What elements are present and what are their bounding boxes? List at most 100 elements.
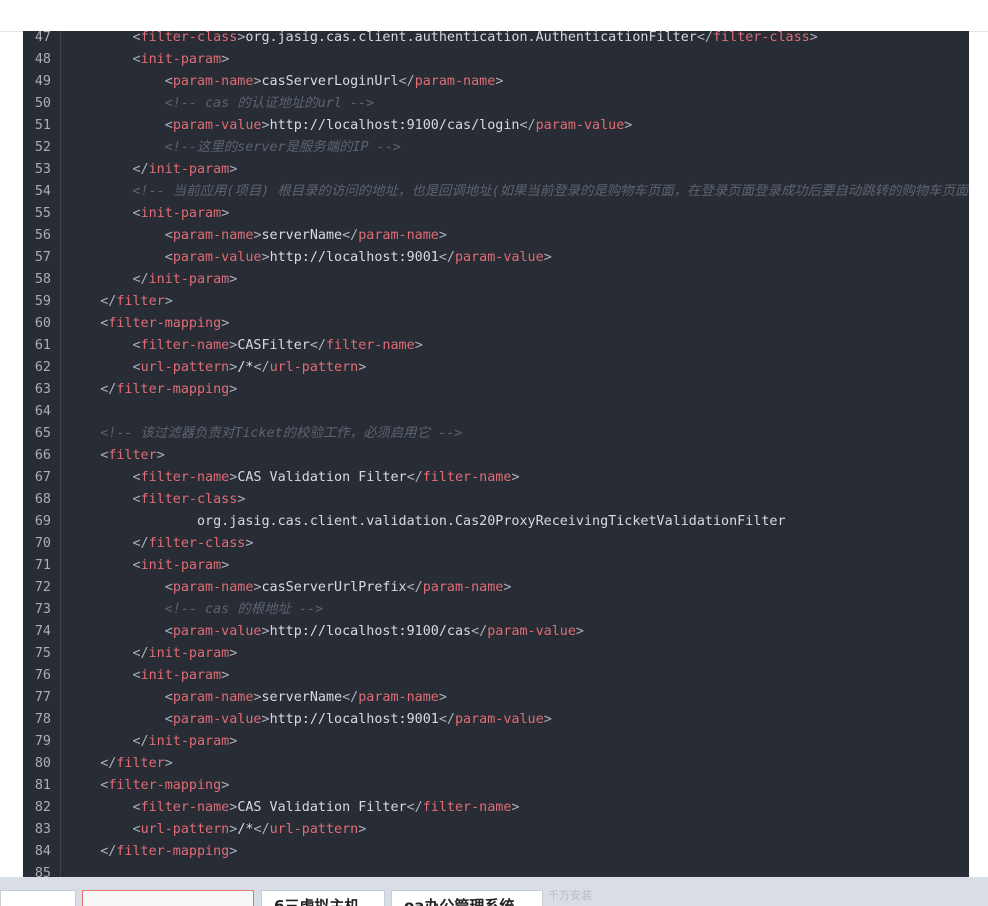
- xml-bracket: <: [132, 52, 141, 67]
- xml-tag-name: param-value: [172, 118, 262, 133]
- code-text: <!-- 该过滤器负责对Ticket的校验工作，必须启用它 -->: [68, 423, 462, 445]
- xml-bracket: >: [229, 382, 238, 397]
- xml-bracket: >: [438, 228, 447, 243]
- xml-tag-name: param-value: [455, 250, 544, 265]
- xml-comment: <!-- 该过滤器负责对Ticket的校验工作，必须启用它 -->: [100, 426, 463, 441]
- xml-bracket: <: [164, 74, 173, 89]
- code-text: </init-param>: [68, 159, 238, 181]
- code-text: </init-param>: [68, 269, 238, 291]
- xml-bracket: >: [221, 558, 230, 573]
- code-text: <init-param>: [68, 203, 230, 225]
- xml-bracket: </: [309, 338, 326, 353]
- xml-tag-name: param-name: [358, 690, 439, 705]
- line-number: 71: [34, 558, 51, 573]
- line-number: 78: [34, 712, 51, 727]
- code-token: CAS Validation Filter: [237, 470, 407, 485]
- code-line: 66 <filter>: [23, 445, 969, 467]
- code-lines: 47 <filter-class>org.jasig.cas.client.au…: [23, 31, 969, 877]
- xml-tag-name: filter-mapping: [116, 382, 230, 397]
- xml-bracket: <: [132, 558, 141, 573]
- code-line: 71 <init-param>: [23, 555, 969, 577]
- line-number: 76: [34, 668, 51, 683]
- xml-bracket: <: [132, 206, 141, 221]
- code-line: 80 </filter>: [23, 753, 969, 775]
- xml-bracket: >: [261, 118, 270, 133]
- xml-tag-name: param-value: [487, 624, 576, 639]
- xml-tag-name: init-param: [140, 206, 222, 221]
- taskbar-item-4[interactable]: oa办公管理系统: [391, 890, 543, 906]
- code-text: </filter>: [68, 753, 173, 775]
- code-text: <init-param>: [68, 49, 230, 71]
- line-number: 53: [34, 162, 51, 177]
- line-number: 72: [34, 580, 51, 595]
- code-line: 82 <filter-name>CAS Validation Filter</f…: [23, 797, 969, 819]
- code-text: <!-- cas 的根地址 -->: [68, 599, 323, 621]
- code-text: <filter-name>CAS Validation Filter</filt…: [68, 467, 520, 489]
- code-token: org.jasig.cas.client.validation.Cas20Pro…: [197, 514, 786, 529]
- taskbar-item-3[interactable]: 6三虚拟主机: [261, 890, 385, 906]
- code-token: http://localhost:9100/cas: [269, 624, 472, 639]
- code-line: 79 </init-param>: [23, 731, 969, 753]
- xml-bracket: >: [221, 316, 230, 331]
- xml-bracket: >: [221, 52, 230, 67]
- xml-bracket: >: [261, 250, 270, 265]
- code-line: 85: [23, 863, 969, 877]
- code-text: org.jasig.cas.client.validation.Cas20Pro…: [68, 511, 786, 533]
- code-line: 70 </filter-class>: [23, 533, 969, 555]
- code-token: serverName: [261, 690, 343, 705]
- line-number: 85: [34, 866, 51, 877]
- code-editor[interactable]: 47 <filter-class>org.jasig.cas.client.au…: [23, 31, 969, 877]
- xml-bracket: >: [156, 448, 165, 463]
- xml-bracket: </: [438, 712, 455, 727]
- code-token: CAS Validation Filter: [237, 800, 407, 815]
- xml-bracket: <: [132, 31, 141, 45]
- line-number: 61: [34, 338, 51, 353]
- xml-bracket: </: [342, 228, 359, 243]
- taskbar-item-1[interactable]: [0, 890, 76, 906]
- code-text: <param-value>http://localhost:9001</para…: [68, 247, 552, 269]
- xml-bracket: >: [253, 228, 262, 243]
- taskbar-item-2[interactable]: [82, 890, 254, 906]
- code-text: <param-name>casServerLoginUrl</param-nam…: [68, 71, 504, 93]
- code-token: org.jasig.cas.client.authentication.Auth…: [245, 31, 697, 45]
- xml-bracket: >: [245, 536, 254, 551]
- xml-tag-name: init-param: [140, 558, 222, 573]
- code-token: http://localhost:9001: [269, 712, 439, 727]
- xml-tag-name: param-name: [422, 580, 504, 595]
- code-line: 76 <init-param>: [23, 665, 969, 687]
- code-token: /*: [237, 822, 254, 837]
- code-text: </filter-class>: [68, 533, 254, 555]
- taskbar-ghost-text: 千万安装: [548, 889, 592, 902]
- xml-tag-name: init-param: [148, 734, 230, 749]
- line-number: 54: [34, 184, 51, 199]
- xml-bracket: </: [696, 31, 713, 45]
- xml-bracket: >: [164, 294, 173, 309]
- code-line: 81 <filter-mapping>: [23, 775, 969, 797]
- line-number: 67: [34, 470, 51, 485]
- xml-tag-name: param-value: [172, 712, 262, 727]
- code-line: 74 <param-value>http://localhost:9100/ca…: [23, 621, 969, 643]
- xml-bracket: >: [414, 338, 423, 353]
- xml-tag-name: param-value: [535, 118, 625, 133]
- code-line: 83 <url-pattern>/*</url-pattern>: [23, 819, 969, 841]
- line-number: 62: [34, 360, 51, 375]
- xml-bracket: >: [253, 690, 262, 705]
- code-text: <param-value>http://localhost:9100/cas/l…: [68, 115, 633, 137]
- xml-bracket: </: [100, 844, 117, 859]
- xml-bracket: </: [406, 800, 423, 815]
